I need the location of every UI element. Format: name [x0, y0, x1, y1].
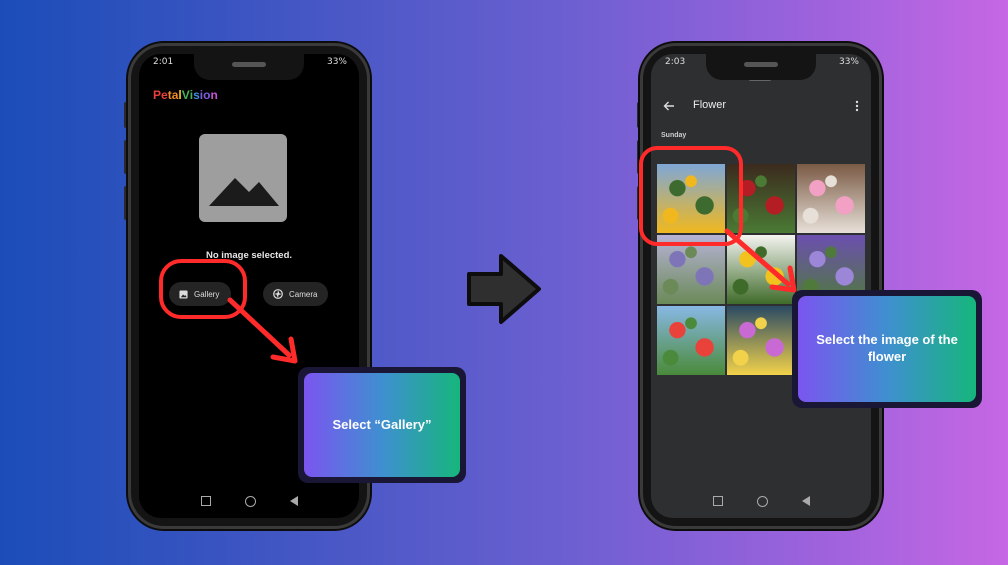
navigation-bar	[651, 490, 871, 512]
home-icon[interactable]	[244, 495, 256, 507]
image-placeholder	[199, 134, 287, 222]
notch	[706, 54, 816, 80]
photo-instruction-callout: Select the image of the flower	[792, 290, 982, 408]
back-arrow-icon[interactable]	[663, 101, 675, 111]
pointer-arrow	[724, 228, 797, 293]
logo-letter: e	[161, 88, 168, 102]
logo-letter: V	[181, 88, 190, 102]
logo-letter: s	[193, 88, 200, 102]
photo-instruction-text: Select the image of the flower	[798, 296, 976, 402]
speaker	[744, 62, 778, 67]
more-options-icon[interactable]	[855, 100, 859, 112]
app-logo: PetalVision	[153, 88, 218, 102]
date-section-label: Sunday	[661, 132, 687, 139]
back-icon[interactable]	[289, 496, 298, 506]
pointer-arrow	[227, 297, 298, 364]
status-battery: 33%	[326, 57, 347, 67]
gallery-instruction-callout: Select “Gallery”	[298, 367, 466, 483]
home-icon[interactable]	[756, 495, 768, 507]
album-title: Flower	[693, 99, 727, 111]
notch	[194, 54, 304, 80]
back-icon[interactable]	[801, 496, 810, 506]
photo-thumbnail[interactable]	[727, 306, 795, 375]
recents-icon[interactable]	[712, 496, 723, 506]
no-image-text: No image selected.	[205, 250, 293, 261]
logo-letter: o	[203, 88, 211, 102]
logo-letter: a	[171, 88, 179, 102]
navigation-bar	[139, 490, 359, 512]
logo-letter: P	[153, 88, 162, 102]
status-time: 2:03	[665, 57, 686, 67]
photo-thumbnail[interactable]	[657, 306, 725, 375]
photo-thumbnail[interactable]	[797, 164, 865, 233]
status-time: 2:01	[153, 57, 174, 67]
speaker	[232, 62, 266, 67]
mountain-image-icon	[209, 178, 279, 206]
next-step-arrow-icon	[467, 254, 541, 324]
recents-icon[interactable]	[200, 496, 211, 506]
gallery-instruction-text: Select “Gallery”	[304, 373, 460, 477]
status-battery: 33%	[838, 57, 859, 67]
logo-letter: n	[210, 88, 218, 102]
gallery-header: Flower	[651, 94, 871, 118]
